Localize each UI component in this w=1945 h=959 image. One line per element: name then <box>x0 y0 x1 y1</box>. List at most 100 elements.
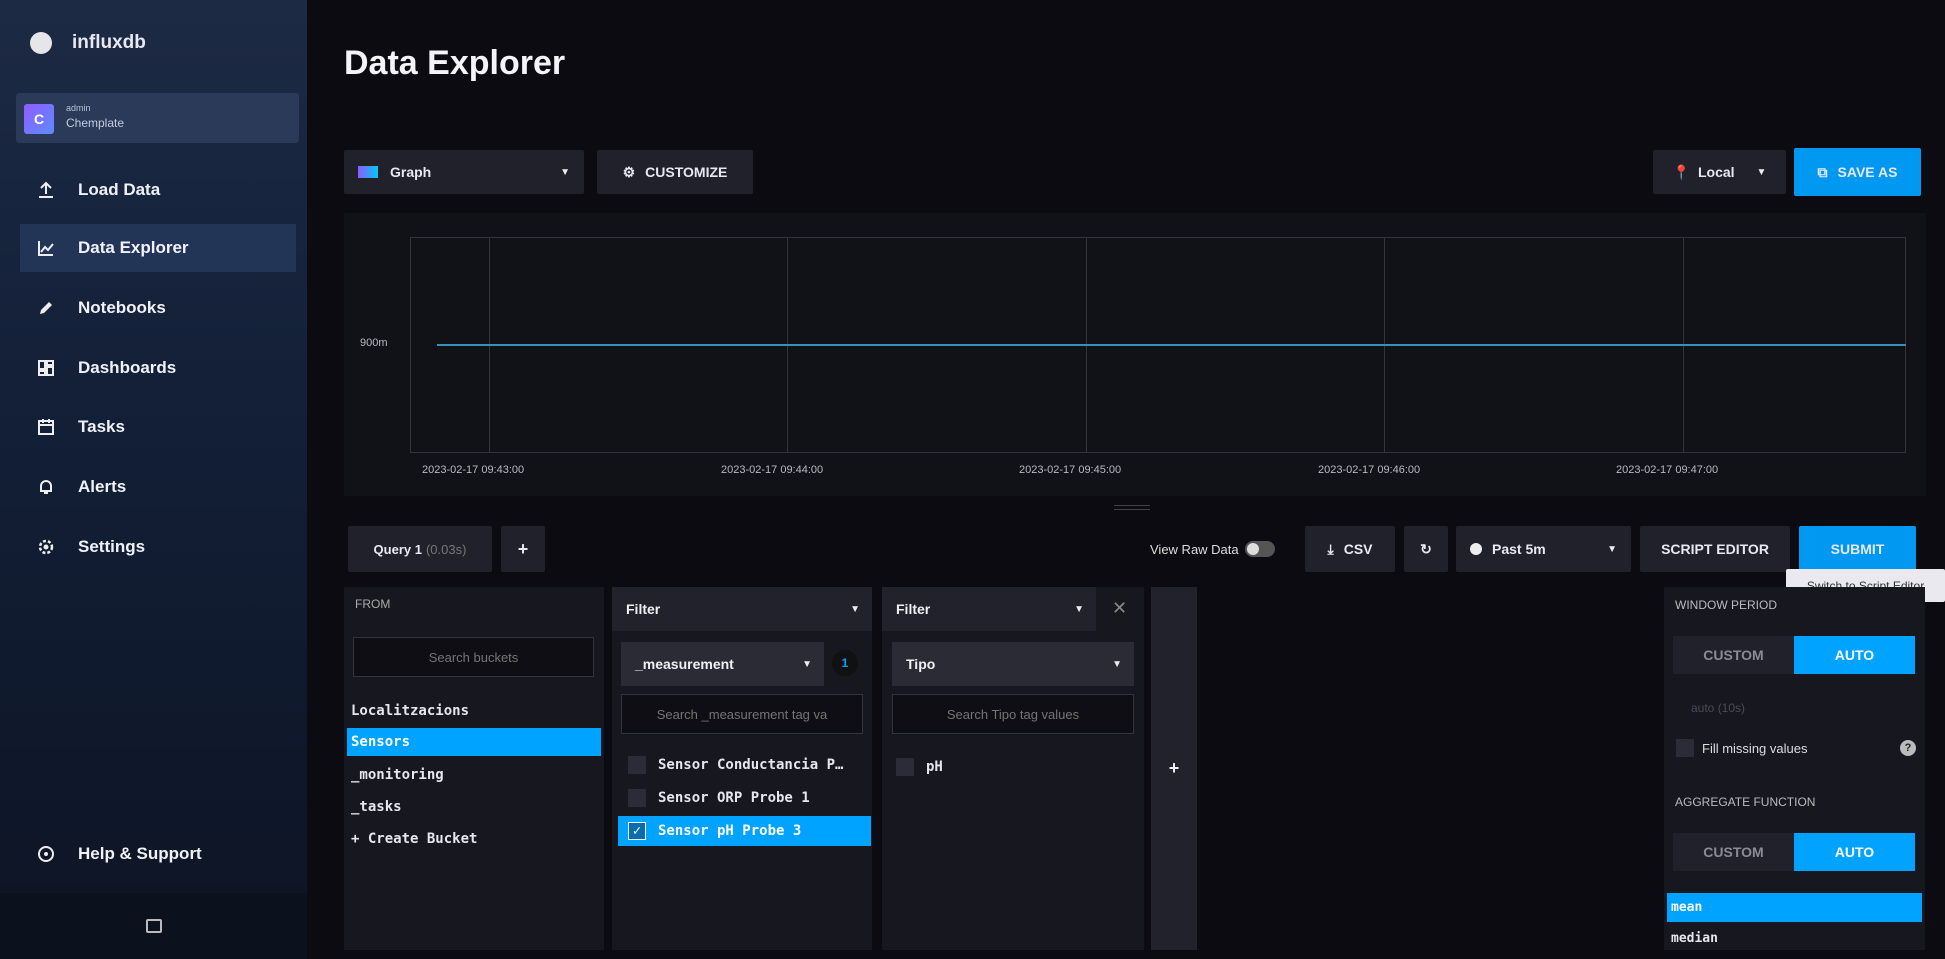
save-as-button[interactable]: ⧉ SAVE AS <box>1794 148 1921 196</box>
filter-type-dropdown[interactable]: Filter ▼ <box>882 587 1096 631</box>
export-icon: ⧉ <box>1817 163 1828 180</box>
search-measurement-input[interactable] <box>621 694 863 734</box>
add-filter-button[interactable]: + <box>1151 587 1197 950</box>
graph-type-icon <box>358 166 378 178</box>
close-icon[interactable]: ✕ <box>1112 598 1127 619</box>
tag-value-label: Sensor pH Probe 3 <box>658 823 802 839</box>
checkbox[interactable] <box>896 758 914 776</box>
filter-type-dropdown[interactable]: Filter ▼ <box>612 587 872 631</box>
sidebar-item-label: Alerts <box>78 477 127 496</box>
sidebar-item-label: Help & Support <box>78 844 202 863</box>
collapse-icon <box>145 919 162 933</box>
sidebar-item-dashboards[interactable]: Dashboards <box>20 344 296 392</box>
time-range-label: Past 5m <box>1492 541 1546 557</box>
sidebar-item-notebooks[interactable]: Notebooks <box>20 284 296 332</box>
submit-button[interactable]: SUBMIT <box>1799 526 1916 572</box>
tag-value-label: Sensor ORP Probe 1 <box>658 790 810 806</box>
influxdb-logo[interactable]: influxdb <box>30 32 146 54</box>
view-raw-label: View Raw Data <box>1150 541 1239 557</box>
custom-option[interactable]: CUSTOM <box>1673 833 1794 871</box>
chevron-down-icon: ▼ <box>560 166 570 178</box>
customize-button[interactable]: ⚙ CUSTOMIZE <box>597 150 753 194</box>
help-icon[interactable]: ? <box>1900 740 1916 756</box>
clock-icon <box>1470 543 1482 555</box>
script-editor-button[interactable]: SCRIPT EDITOR <box>1640 526 1790 572</box>
checkbox[interactable] <box>1676 739 1694 757</box>
user-role: admin <box>66 103 91 113</box>
aggregate-function-toggle[interactable]: CUSTOM AUTO <box>1673 833 1915 871</box>
window-period-heading: WINDOW PERIOD <box>1675 598 1777 612</box>
fill-missing-values-option[interactable]: Fill missing values ? <box>1676 739 1916 757</box>
influxdb-logo-icon <box>30 32 52 54</box>
gear-icon <box>36 537 56 557</box>
auto-option[interactable]: AUTO <box>1794 833 1915 871</box>
resize-handle[interactable] <box>1114 505 1150 510</box>
custom-option[interactable]: CUSTOM <box>1673 636 1794 674</box>
help-icon <box>36 844 56 864</box>
org-name: Chemplate <box>66 116 125 130</box>
time-range-dropdown[interactable]: Past 5m ▼ <box>1456 526 1631 572</box>
upload-icon <box>36 180 56 200</box>
tag-key-label: _measurement <box>635 656 734 672</box>
checkbox[interactable] <box>628 756 646 774</box>
query-tab-time: (0.03s) <box>425 541 467 557</box>
bell-icon <box>36 477 56 497</box>
sidebar-item-label: Tasks <box>78 417 125 436</box>
sidebar-item-load-data[interactable]: Load Data <box>20 166 296 214</box>
tag-value-item-selected[interactable]: ✓ Sensor pH Probe 3 <box>618 816 871 846</box>
sidebar-item-settings[interactable]: Settings <box>20 523 296 571</box>
avatar: C <box>24 104 54 134</box>
sidebar-item-help[interactable]: Help & Support <box>20 830 296 878</box>
user-org-switcher[interactable]: C admin Chemplate <box>16 93 299 143</box>
tag-value-item[interactable]: Sensor Conductancia P… <box>618 750 868 780</box>
bucket-item[interactable]: _monitoring <box>347 761 601 789</box>
refresh-button[interactable]: ↻ <box>1404 526 1448 572</box>
auto-option[interactable]: AUTO <box>1794 636 1915 674</box>
sidebar-item-data-explorer[interactable]: Data Explorer <box>20 224 296 272</box>
add-query-button[interactable]: + <box>501 526 545 572</box>
tag-value-item[interactable]: pH <box>886 752 1136 782</box>
visualization-type-dropdown[interactable]: Graph ▼ <box>344 150 584 194</box>
bucket-item-selected[interactable]: Sensors <box>347 728 601 756</box>
graph-icon <box>36 238 56 258</box>
x-tick-label: 2023-02-17 09:47:00 <box>1616 464 1719 476</box>
tag-key-dropdown[interactable]: Tipo ▼ <box>892 642 1134 686</box>
aggregate-function-item-selected[interactable]: mean <box>1667 893 1922 922</box>
auto-window-value: auto (10s) <box>1691 701 1746 715</box>
tag-key-label: Tipo <box>906 656 936 672</box>
csv-download-button[interactable]: ⤓ CSV <box>1305 526 1395 572</box>
csv-label: CSV <box>1343 541 1373 557</box>
view-raw-data-toggle[interactable]: View Raw Data <box>1150 541 1275 557</box>
search-tipo-input[interactable] <box>892 694 1134 734</box>
bucket-item[interactable]: Localitzacions <box>347 697 601 725</box>
chevron-down-icon: ▼ <box>1607 543 1617 555</box>
sidebar: influxdb C admin Chemplate Load Data Dat… <box>0 0 307 959</box>
search-buckets-input[interactable] <box>353 637 594 677</box>
create-bucket-link[interactable]: + Create Bucket <box>347 825 601 853</box>
sidebar-item-label: Notebooks <box>78 298 166 317</box>
bucket-item[interactable]: _tasks <box>347 793 601 821</box>
sidebar-item-label: Settings <box>78 537 146 556</box>
query-tab-label: Query 1 <box>373 541 422 557</box>
checkbox[interactable] <box>628 789 646 807</box>
tag-key-dropdown[interactable]: _measurement ▼ <box>621 642 824 686</box>
aggregate-function-item[interactable]: median <box>1667 924 1922 952</box>
sidebar-item-tasks[interactable]: Tasks <box>20 403 296 451</box>
customize-label: CUSTOMIZE <box>645 164 728 180</box>
pencil-icon <box>36 298 56 318</box>
timezone-dropdown[interactable]: 📍 Local ▼ <box>1653 150 1786 194</box>
gear-icon: ⚙ <box>622 163 636 180</box>
tab-query-1[interactable]: Query 1 (0.03s) <box>348 526 492 572</box>
tag-value-label: Sensor Conductancia P… <box>658 757 844 773</box>
chevron-down-icon: ▼ <box>802 658 812 670</box>
collapse-sidebar-button[interactable] <box>0 893 307 959</box>
tag-value-item[interactable]: Sensor ORP Probe 1 <box>618 783 868 813</box>
sidebar-item-alerts[interactable]: Alerts <box>20 463 296 511</box>
calendar-icon <box>36 417 56 437</box>
toggle-switch[interactable] <box>1244 541 1275 557</box>
from-heading: FROM <box>355 597 391 611</box>
y-tick-label: 900m <box>360 337 388 349</box>
window-period-toggle[interactable]: CUSTOM AUTO <box>1673 636 1915 674</box>
checkbox-checked[interactable]: ✓ <box>628 822 646 840</box>
chevron-down-icon: ▼ <box>1756 166 1767 178</box>
